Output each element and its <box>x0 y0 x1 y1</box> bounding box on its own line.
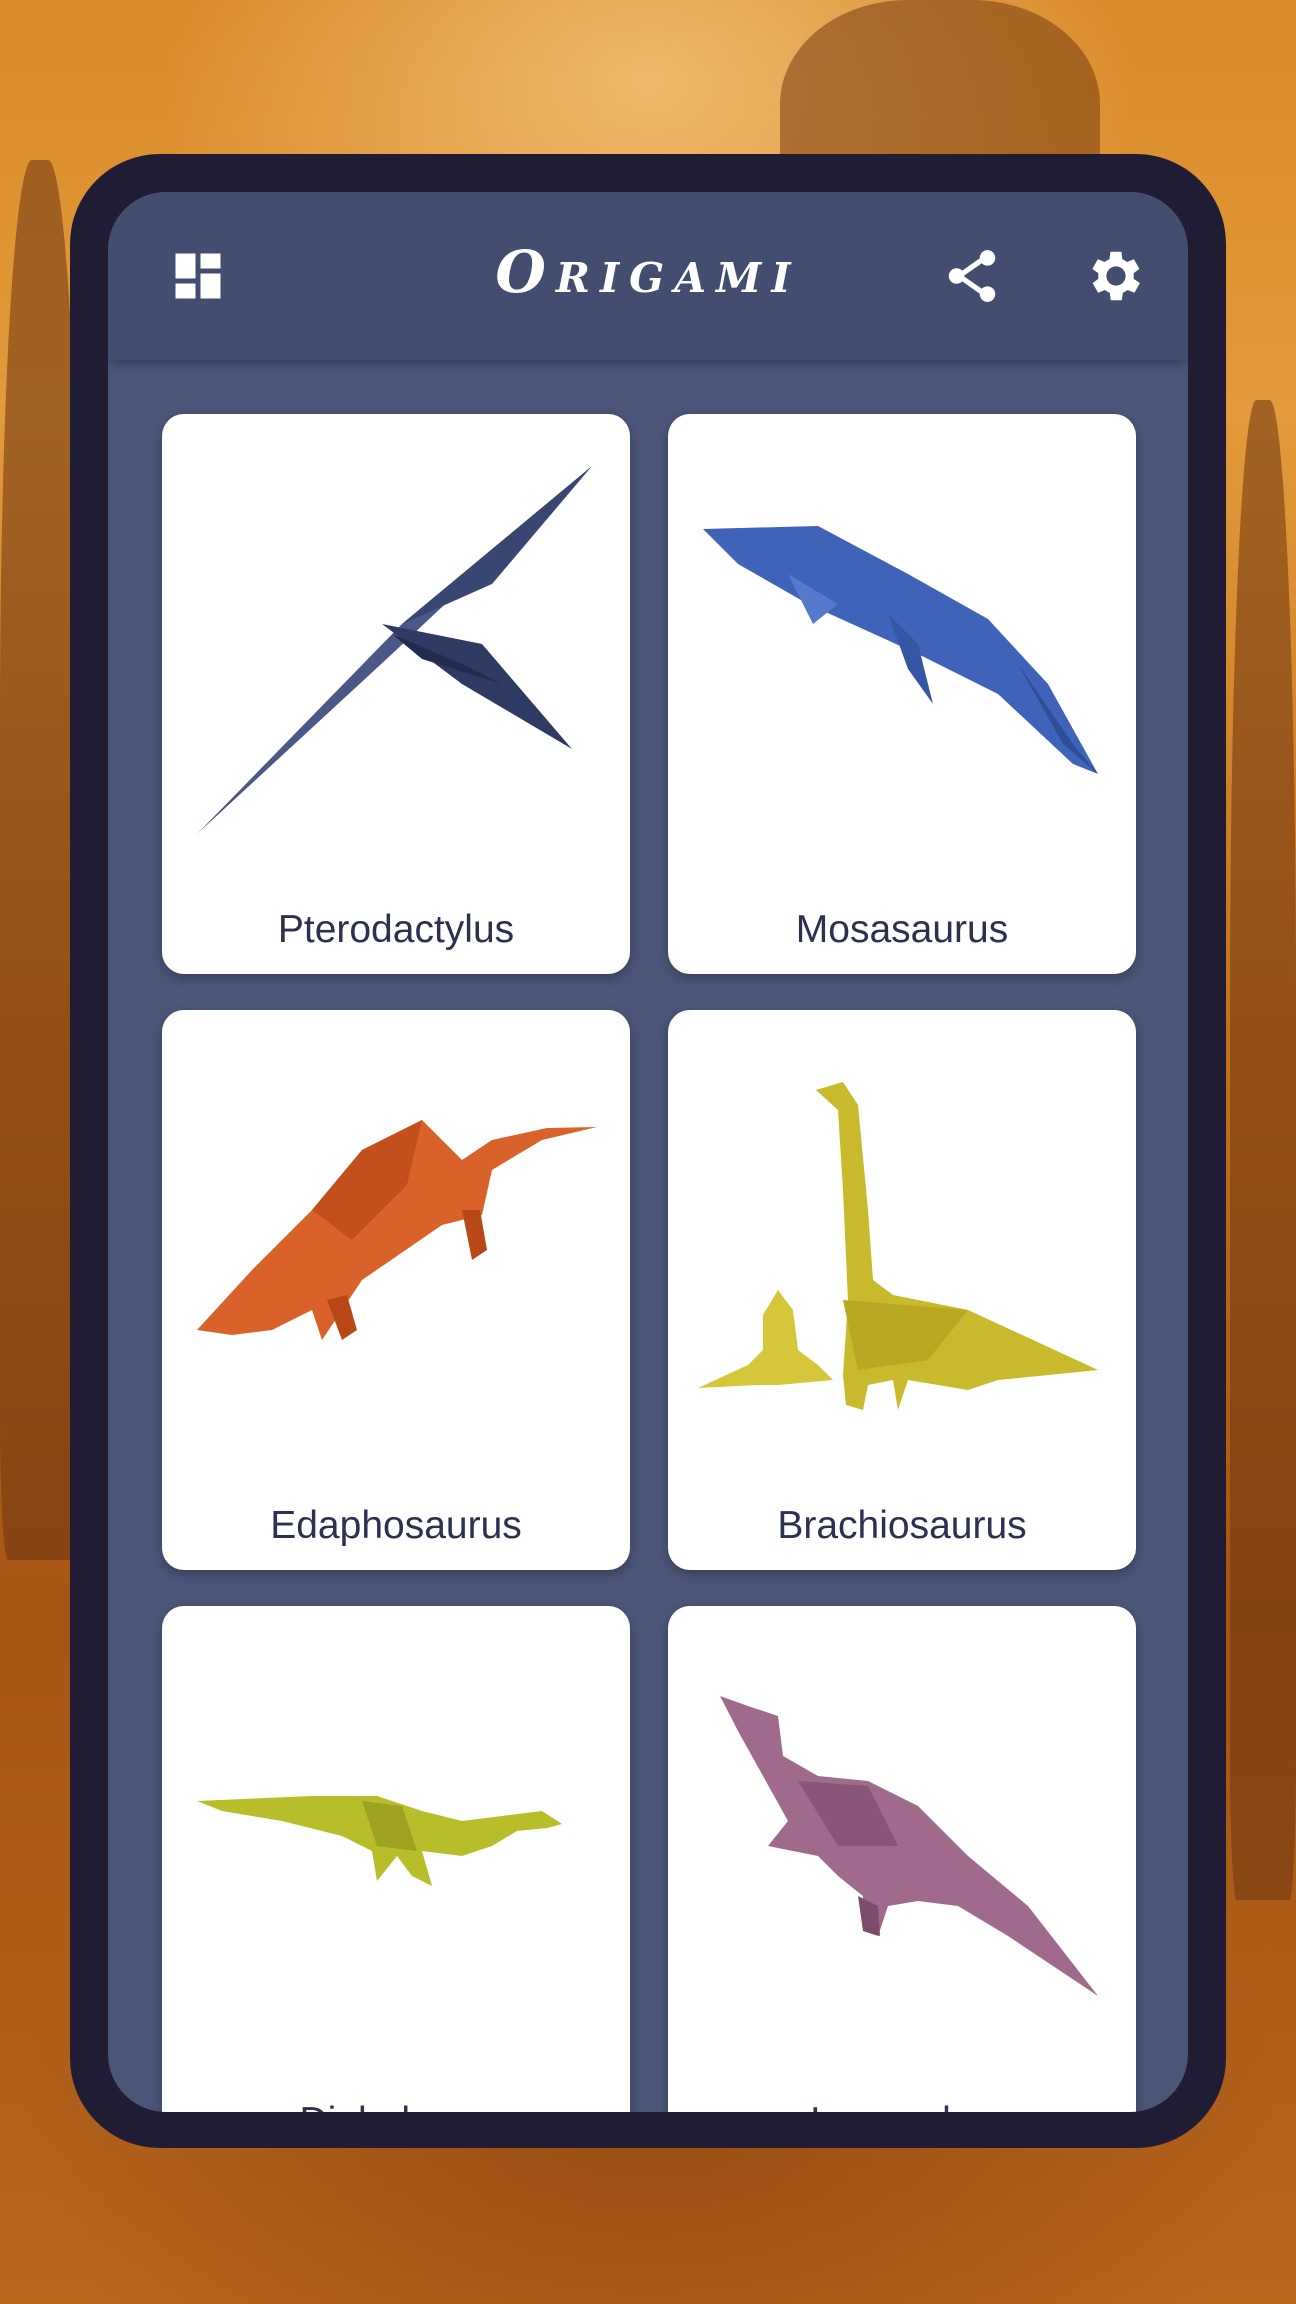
model-card-pterodactylus[interactable]: Pterodactylus <box>162 414 630 974</box>
share-button[interactable] <box>932 236 1012 316</box>
model-card-edaphosaurus[interactable]: Edaphosaurus <box>162 1010 630 1570</box>
card-label: Brachiosaurus <box>777 1504 1027 1547</box>
share-icon <box>948 250 996 302</box>
model-card-diplodocus[interactable]: Diplodocus <box>162 1606 630 2112</box>
brachiosaurus-image <box>698 1082 1098 1410</box>
settings-button[interactable] <box>1076 236 1156 316</box>
model-card-iguanodon[interactable]: Iguanodon <box>668 1606 1136 2112</box>
iguanodon-image <box>720 1696 1098 1996</box>
mosasaurus-image <box>703 526 1098 774</box>
background-rock <box>1230 400 1296 1900</box>
background-rock <box>0 160 80 1560</box>
diplodocus-image <box>197 1796 562 1886</box>
pterodactylus-image <box>197 466 592 834</box>
model-card-mosasaurus[interactable]: Mosasaurus <box>668 414 1136 974</box>
app-screen: Origami Pterodactylus Mosasaurus Edaphos… <box>108 192 1188 2112</box>
gear-icon <box>1092 251 1140 301</box>
card-label: Iguanodon <box>668 2100 1136 2112</box>
card-label: Pterodactylus <box>277 908 515 951</box>
app-title: Origami <box>495 238 801 306</box>
card-label: Diplodocus <box>162 2100 630 2112</box>
phone-frame: Origami Pterodactylus Mosasaurus Edaphos… <box>70 154 1226 2148</box>
card-label: Edaphosaurus <box>270 1504 522 1547</box>
card-label: Mosasaurus <box>795 908 1009 951</box>
edaphosaurus-image <box>197 1120 597 1340</box>
model-card-brachiosaurus[interactable]: Brachiosaurus <box>668 1010 1136 1570</box>
model-grid: Pterodactylus Mosasaurus Edaphosaurus Br… <box>162 414 1136 2112</box>
app-bar: Origami <box>108 192 1188 360</box>
